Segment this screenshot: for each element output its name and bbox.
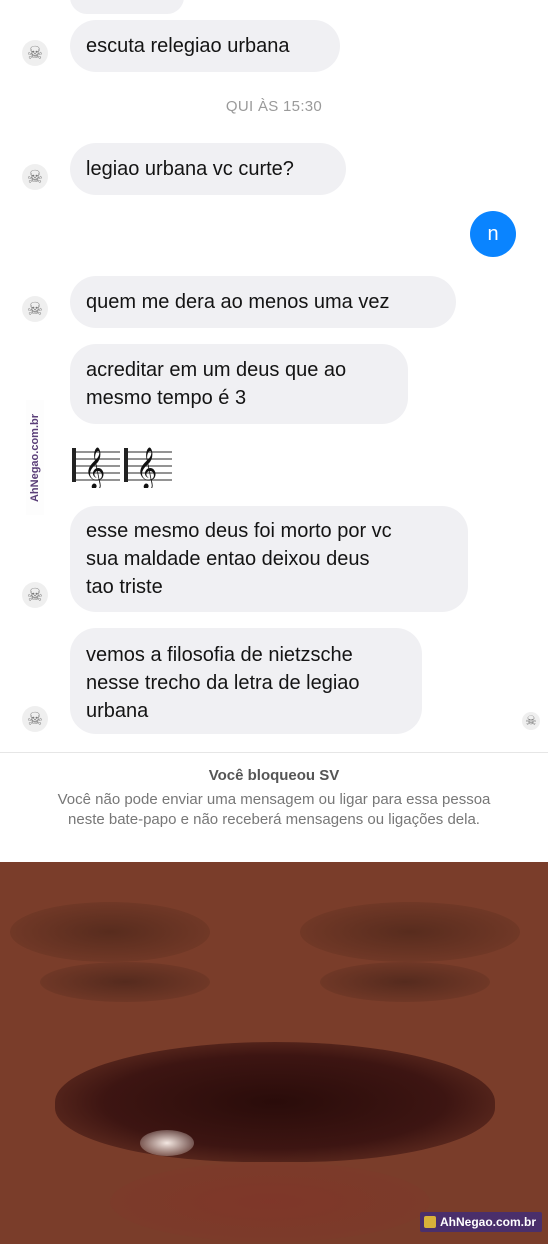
svg-text:𝄞: 𝄞 <box>136 447 157 488</box>
message-bubble-partial <box>70 0 184 14</box>
message-text: quem me dera ao menos uma vez <box>86 291 390 313</box>
skull-icon[interactable]: ☠ <box>22 164 48 190</box>
sent-message-text: n <box>487 222 499 245</box>
message-text: esse mesmo deus foi morto por vc sua mal… <box>86 520 392 598</box>
treble-clef-icon: 𝄞 <box>72 442 120 488</box>
side-watermark: AhNegao.com.br <box>26 400 44 515</box>
skull-icon[interactable]: ☠ <box>22 40 48 66</box>
brand-watermark: AhNegao.com.br <box>419 1212 542 1232</box>
side-watermark-text: AhNegao.com.br <box>29 413 42 502</box>
message-text: acreditar em um deus que ao mesmo tempo … <box>86 359 347 409</box>
face-right-eyebrow <box>300 902 520 962</box>
skull-icon[interactable]: ☠ <box>22 706 48 732</box>
face-left-eyebrow <box>10 902 210 962</box>
face-right-eye <box>320 962 490 1002</box>
message-text: escuta relegiao urbana <box>86 35 290 57</box>
message-bubble[interactable]: esse mesmo deus foi morto por vc sua mal… <box>70 506 468 612</box>
message-bubble[interactable]: quem me dera ao menos uma vez <box>70 276 456 328</box>
sent-message-bubble[interactable]: n <box>470 211 516 257</box>
read-receipt-icon: ☠ <box>522 712 540 730</box>
blocked-title: Você bloqueou SV <box>208 767 340 784</box>
face-mustache <box>55 1042 495 1162</box>
message-timestamp: QUI ÀS 15:30 <box>225 98 323 115</box>
message-bubble[interactable]: acreditar em um deus que ao mesmo tempo … <box>70 344 408 424</box>
blocked-notice: Você bloqueou SV Você não pode enviar um… <box>0 752 548 863</box>
face-tooth <box>140 1130 194 1156</box>
brand-watermark-text: AhNegao.com.br <box>439 1215 536 1229</box>
message-text: legiao urbana vc curte? <box>86 158 294 180</box>
treble-clef-icon: 𝄞 <box>124 442 172 488</box>
svg-text:𝄞: 𝄞 <box>84 447 105 488</box>
message-bubble[interactable]: vemos a filosofia de nietzsche nesse tre… <box>70 628 422 734</box>
brand-logo-icon <box>423 1216 436 1228</box>
face-chin <box>110 1162 430 1242</box>
message-bubble[interactable]: legiao urbana vc curte? <box>70 143 346 195</box>
face-left-eye <box>40 962 210 1002</box>
skull-icon[interactable]: ☠ <box>22 582 48 608</box>
message-bubble[interactable]: escuta relegiao urbana <box>70 20 340 72</box>
blocked-description: Você não pode enviar uma mensagem ou lig… <box>57 791 491 828</box>
chat-thread[interactable]: ☠ escuta relegiao urbana QUI ÀS 15:30 ☠ … <box>0 0 548 863</box>
reaction-meme-image: AhNegao.com.br <box>0 862 548 1244</box>
message-text: vemos a filosofia de nietzsche nesse tre… <box>86 644 360 722</box>
skull-icon[interactable]: ☠ <box>22 296 48 322</box>
page: ☠ escuta relegiao urbana QUI ÀS 15:30 ☠ … <box>0 0 548 1244</box>
